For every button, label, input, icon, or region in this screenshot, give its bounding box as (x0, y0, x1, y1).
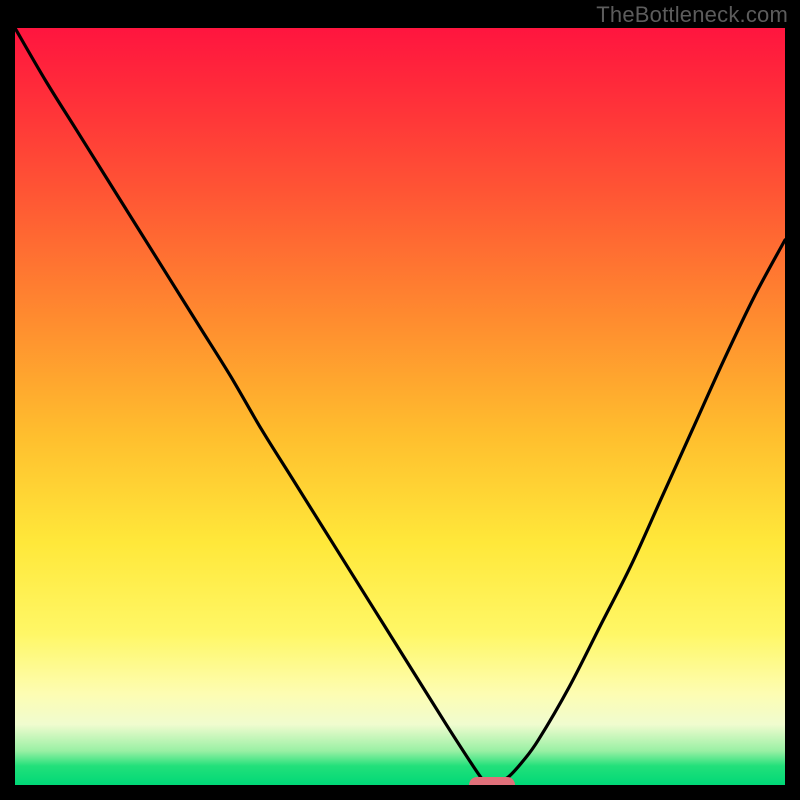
bottleneck-curve (15, 28, 785, 785)
plot-area (15, 28, 785, 785)
watermark-text: TheBottleneck.com (596, 2, 788, 28)
optimal-marker (469, 777, 515, 785)
chart-frame: TheBottleneck.com (0, 0, 800, 800)
